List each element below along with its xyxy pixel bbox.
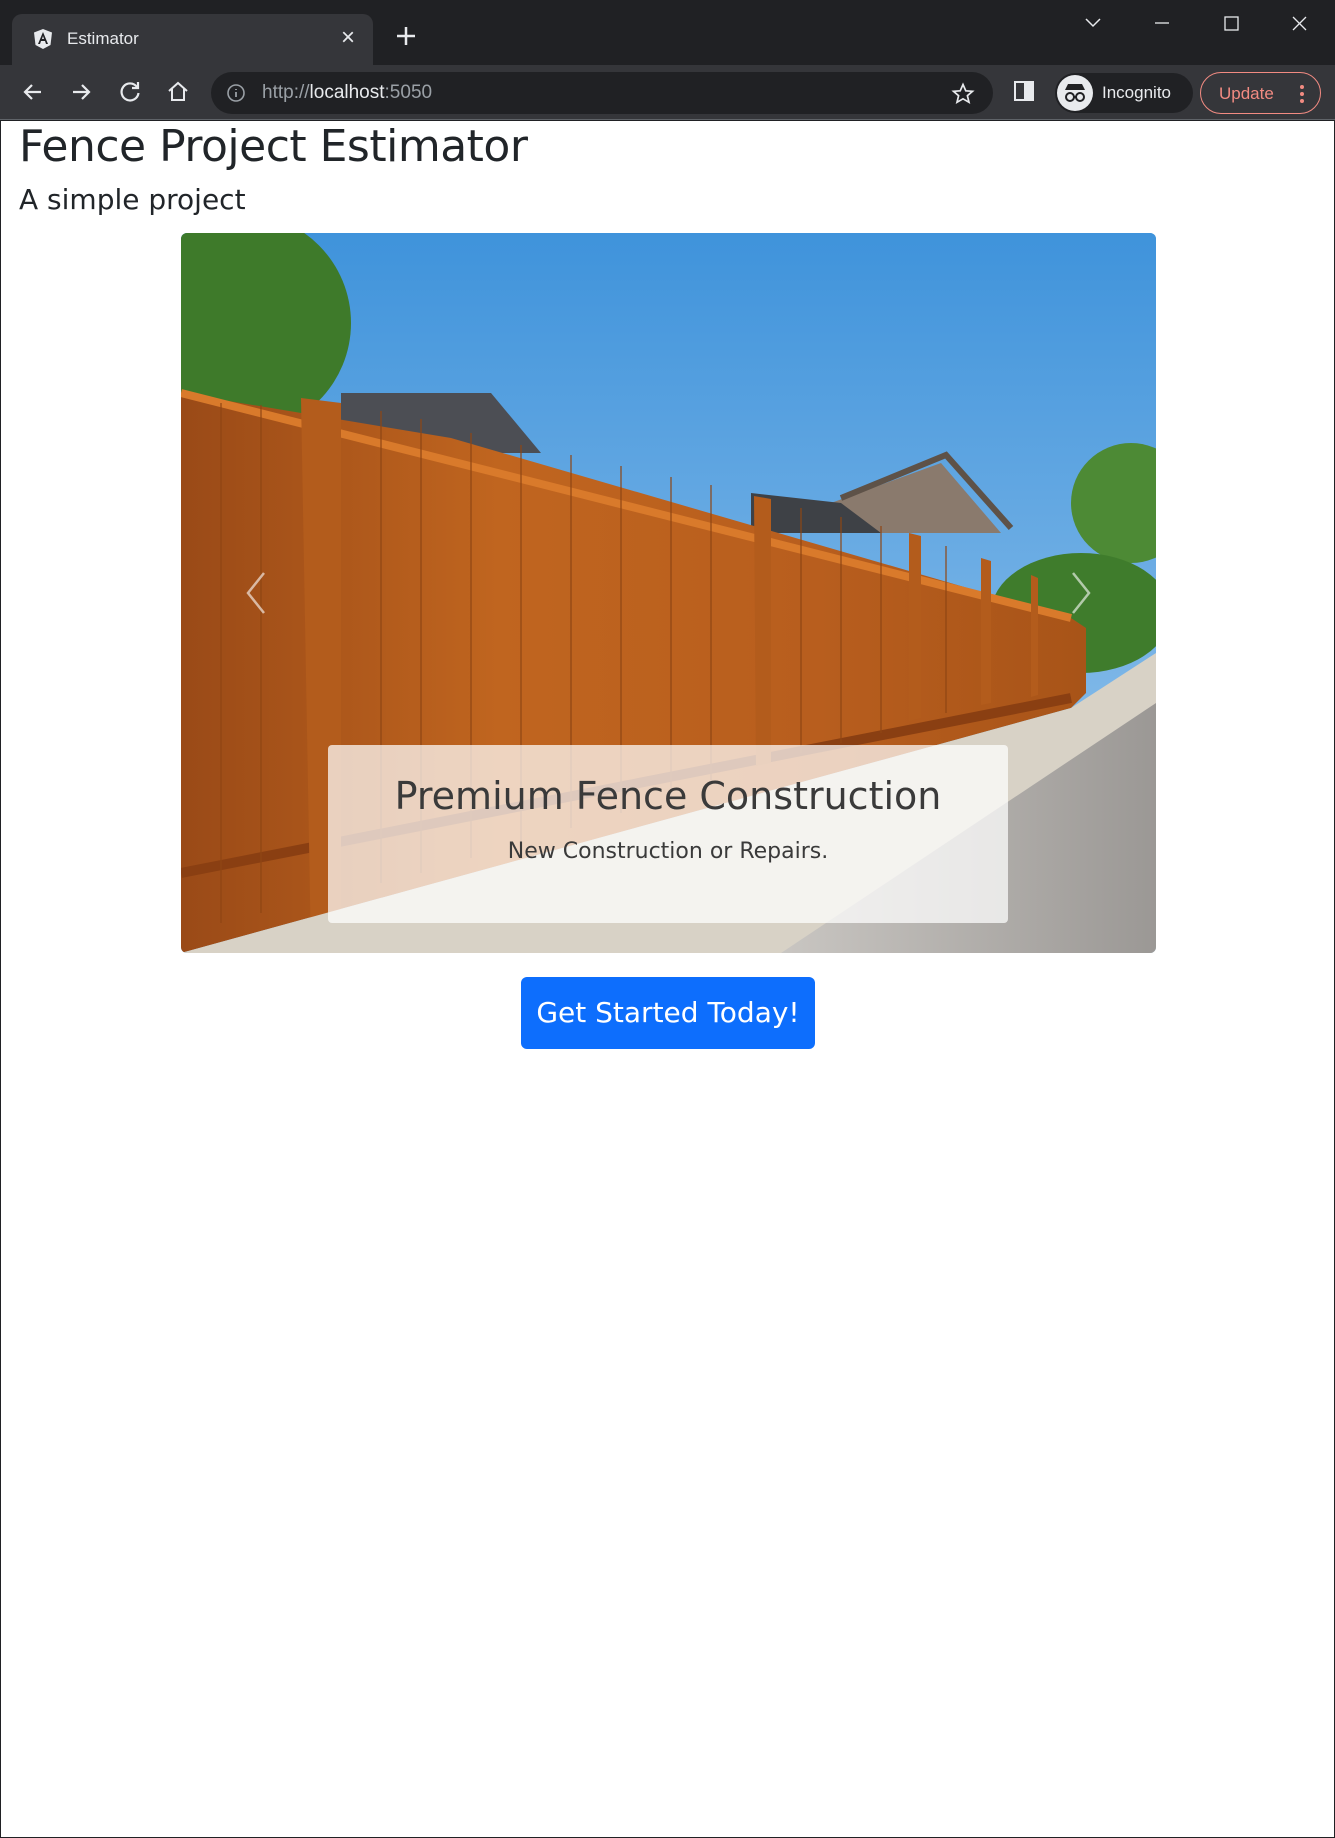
close-window-icon[interactable] (1279, 8, 1319, 38)
minimize-icon[interactable] (1142, 8, 1182, 38)
angular-favicon-icon (34, 29, 52, 49)
caption-title: Premium Fence Construction (394, 774, 942, 818)
menu-kebab-icon[interactable] (1299, 83, 1305, 105)
tab-close-icon[interactable]: × (334, 25, 362, 53)
maximize-icon[interactable] (1211, 8, 1251, 38)
carousel-next-icon[interactable] (1061, 563, 1101, 623)
page-title: Fence Project Estimator (19, 121, 528, 172)
url-text[interactable]: http://localhost:5050 (262, 82, 432, 104)
tab-search-icon[interactable] (1073, 8, 1113, 38)
tab-title: Estimator (67, 29, 139, 48)
browser-toolbar: http://localhost:5050 Incognito Update (0, 65, 1335, 120)
reload-icon[interactable] (116, 78, 144, 106)
carousel-caption: Premium Fence Construction New Construct… (328, 745, 1008, 923)
side-panel-icon[interactable] (1013, 80, 1035, 102)
site-info-icon[interactable] (226, 83, 246, 103)
page-subtitle: A simple project (19, 183, 246, 216)
address-bar[interactable]: http://localhost:5050 (211, 72, 993, 114)
profile-label: Incognito (1102, 83, 1171, 102)
bookmark-star-icon[interactable] (951, 82, 975, 106)
incognito-icon (1057, 75, 1093, 111)
update-label: Update (1219, 84, 1274, 103)
get-started-button[interactable]: Get Started Today! (521, 977, 815, 1049)
browser-tab[interactable]: Estimator × (12, 14, 373, 65)
home-icon[interactable] (164, 78, 192, 106)
new-tab-icon[interactable] (392, 22, 420, 50)
incognito-profile-button[interactable]: Incognito (1055, 73, 1193, 113)
page-content: Fence Project Estimator A simple project (1, 121, 1334, 1837)
caption-text: New Construction or Repairs. (507, 839, 829, 864)
carousel-prev-icon[interactable] (236, 563, 276, 623)
browser-tab-bar: Estimator × (0, 0, 1335, 65)
back-icon[interactable] (19, 78, 47, 106)
forward-icon[interactable] (67, 78, 95, 106)
update-button[interactable]: Update (1200, 72, 1321, 114)
image-carousel: Premium Fence Construction New Construct… (181, 233, 1156, 953)
